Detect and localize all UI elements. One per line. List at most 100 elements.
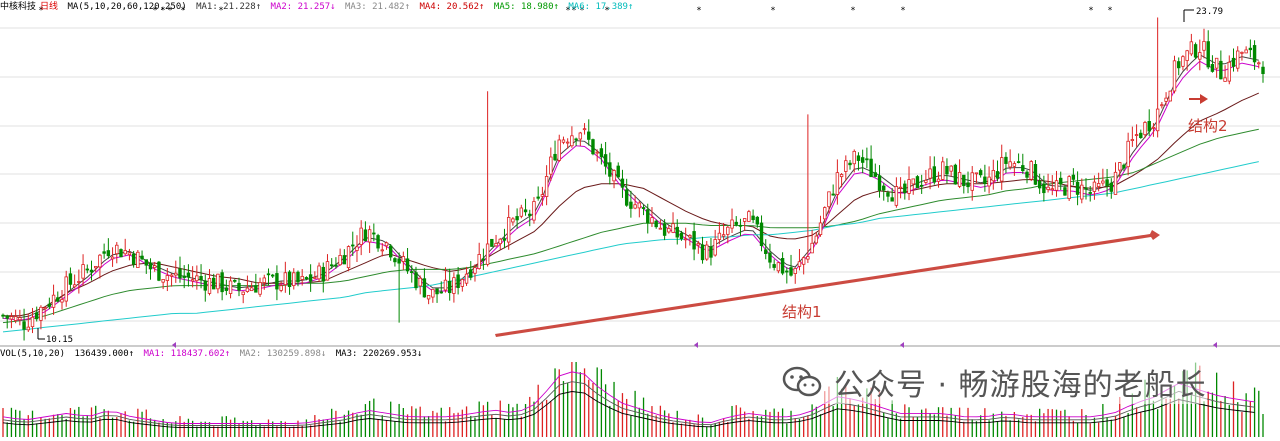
candle-body [789, 267, 793, 276]
candle-body [856, 155, 861, 161]
candle-body [1193, 44, 1198, 58]
candle-body [203, 280, 207, 291]
candle-body [22, 321, 26, 330]
candle-body [355, 246, 359, 251]
candle-body [776, 262, 781, 272]
candle-body [877, 175, 882, 191]
candle-body [1050, 188, 1054, 191]
watermark-text: 公众号 · 畅游股海的老船长 [834, 368, 1207, 403]
candle-body [1021, 165, 1025, 172]
candle-body [928, 168, 932, 179]
candle-body [460, 279, 465, 287]
candle-body [481, 258, 486, 261]
candle-body [98, 254, 102, 268]
candle-body [671, 223, 675, 233]
candle-body [325, 261, 330, 281]
candle-body [502, 238, 507, 241]
candle-body [1168, 90, 1172, 102]
candle-body [1147, 121, 1151, 132]
candle-body [5, 315, 9, 319]
candle-body [270, 274, 275, 277]
candle-body [835, 172, 840, 195]
candle-body [717, 232, 722, 240]
ma3-value: MA3: 21.482↑ [345, 2, 411, 12]
candle-body [376, 235, 380, 249]
candle-body [751, 215, 755, 221]
candle-body [367, 229, 372, 243]
candle-body [1177, 61, 1181, 69]
candle-body [894, 186, 899, 206]
candle-body [388, 245, 393, 258]
candle-body [18, 317, 22, 321]
candle-body [641, 207, 646, 209]
candle-body [283, 272, 288, 286]
candle-body [228, 280, 233, 294]
vol-value: 136439.000↑ [74, 349, 135, 359]
candle-body [1101, 180, 1105, 184]
candle-body [212, 277, 216, 290]
candle-body [755, 216, 760, 225]
candle-body [675, 226, 679, 238]
candle-body [962, 174, 966, 187]
candle-body [1223, 77, 1227, 82]
candle-body [414, 272, 418, 289]
candle-body [945, 165, 949, 175]
vol-ma1-value: MA1: 118437.602↑ [143, 349, 231, 359]
candle-body [978, 170, 983, 176]
candle-body [178, 268, 182, 279]
stock-name[interactable]: 中核科技 [0, 2, 36, 12]
candle-body [1244, 49, 1248, 54]
candle-body [127, 252, 132, 256]
candle-body [216, 273, 220, 290]
kline-chart[interactable]: * * * * * * * * * * * * * * * * 10.15 23.79 结构1 结构2 中核科技 日线… [0, 0, 1280, 437]
candle-body [839, 174, 844, 178]
candle-body [565, 141, 570, 144]
ma5-value: MA5: 18.980↑ [493, 2, 559, 12]
candle-body [705, 244, 709, 260]
candle-body [1219, 60, 1223, 80]
ma2-value: MA2: 21.257↓ [270, 2, 336, 12]
candle-body [426, 294, 431, 300]
period-marker [694, 342, 698, 348]
candle-body [473, 267, 477, 274]
candle-body [869, 158, 873, 178]
event-marker: * [697, 6, 702, 16]
candle-body [1236, 50, 1240, 69]
candle-body [1000, 157, 1004, 182]
candle-body [831, 193, 835, 196]
watermark: 公众号 · 畅游股海的老船长 [782, 360, 1207, 404]
candle-body [1096, 183, 1101, 187]
period-label[interactable]: 日线 [40, 2, 58, 12]
candle-body [119, 249, 123, 258]
candle-body [1084, 187, 1088, 190]
candle-body [1227, 61, 1231, 82]
event-marker: * [901, 6, 906, 16]
candle-body [726, 226, 730, 235]
event-marker: * [1089, 6, 1094, 16]
candle-body [852, 150, 856, 165]
candle-body [1059, 177, 1063, 185]
candle-body [279, 285, 283, 291]
candle-body [1202, 41, 1206, 51]
candle-body [624, 189, 629, 206]
candle-body [810, 242, 814, 254]
candle-body [848, 162, 852, 166]
candle-body [785, 270, 789, 273]
candle-body [1198, 52, 1202, 60]
grid-lines [0, 27, 1280, 347]
candle-body [245, 287, 250, 292]
candle-body [738, 224, 743, 227]
candle-body [991, 170, 996, 182]
candle-body [953, 164, 958, 185]
candle-body [924, 179, 928, 183]
low-price-label: 10.15 [46, 335, 73, 345]
candle-body [1126, 140, 1130, 168]
candle-body [393, 258, 397, 263]
candle-body [1088, 192, 1092, 194]
candle-body [494, 243, 498, 247]
candle-body [410, 271, 414, 273]
candle-body [498, 238, 502, 245]
candle-body [329, 264, 334, 267]
candle-body [890, 197, 894, 202]
annotations: 10.15 23.79 结构1 结构2 [37, 7, 1228, 345]
